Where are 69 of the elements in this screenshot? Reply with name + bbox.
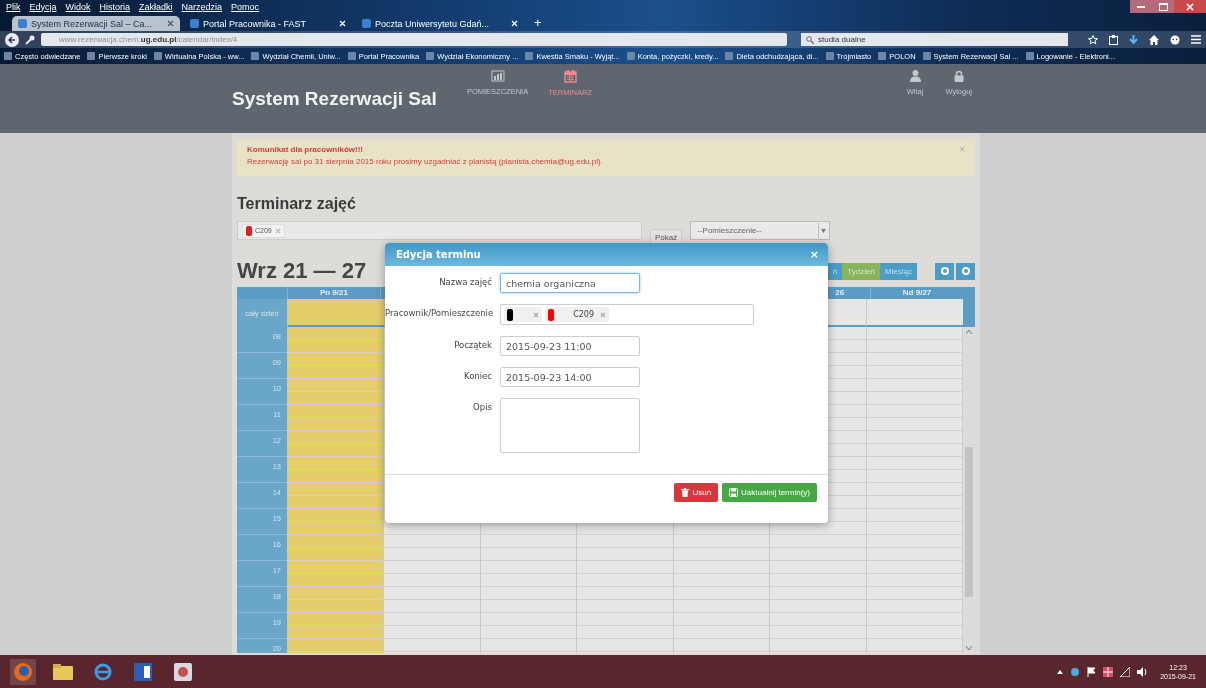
tag-label: C209 bbox=[572, 310, 594, 319]
text-field[interactable]: 2015-09-23 11:00 bbox=[500, 336, 640, 356]
description-field[interactable] bbox=[500, 398, 640, 453]
delete-button[interactable]: Usuń bbox=[674, 483, 719, 502]
day-header: Pn 9/21 bbox=[319, 288, 348, 297]
day-header: 26 bbox=[835, 288, 845, 297]
scroll-up-icon[interactable] bbox=[965, 330, 972, 334]
date-range-title: Wrz 21 — 27 bbox=[237, 258, 367, 284]
back-icon[interactable] bbox=[5, 32, 19, 47]
new-tab-button[interactable]: + bbox=[528, 15, 548, 31]
page-heading: Terminarz zajęć bbox=[237, 195, 357, 213]
circle-icon bbox=[961, 267, 970, 275]
clipboard-icon[interactable] bbox=[1109, 34, 1118, 45]
caret-icon bbox=[821, 228, 827, 233]
browser-tab[interactable]: Poczta Uniwersytetu Gdań... bbox=[356, 16, 524, 31]
caret-icon[interactable] bbox=[1057, 669, 1064, 674]
browser-tab[interactable]: Portal Pracownika - FAST bbox=[184, 16, 352, 31]
field-label: Opis bbox=[472, 401, 493, 412]
text-field[interactable]: chemia organiczna bbox=[500, 273, 640, 293]
menu-item[interactable]: Edycja bbox=[29, 1, 57, 12]
key-icon bbox=[25, 34, 35, 45]
network-icon[interactable] bbox=[1070, 666, 1081, 677]
circle-icon bbox=[940, 267, 949, 275]
menu-item[interactable]: Historia bbox=[99, 1, 131, 12]
menu-item[interactable]: Widok bbox=[65, 1, 91, 12]
chart-icon bbox=[490, 70, 505, 82]
notice-title: Komunikat dla pracowników!!! bbox=[247, 145, 363, 154]
calendar-icon bbox=[563, 70, 577, 83]
signal-icon[interactable] bbox=[1120, 666, 1131, 677]
home-icon[interactable] bbox=[1149, 34, 1159, 45]
menu-icon[interactable] bbox=[1191, 35, 1201, 44]
speaker-icon[interactable] bbox=[1137, 666, 1148, 677]
field-label: Koniec bbox=[463, 370, 493, 381]
browser-tab[interactable]: System Rezerwacji Sal – Ca... bbox=[12, 16, 180, 31]
flag-icon[interactable] bbox=[1087, 666, 1097, 677]
menu-item[interactable]: Plik bbox=[6, 1, 21, 12]
menu-item[interactable]: Pomoc bbox=[231, 1, 260, 12]
star-icon[interactable] bbox=[1088, 34, 1098, 45]
modal-title: Edycja terminu bbox=[396, 249, 482, 260]
globe-icon[interactable] bbox=[13, 661, 33, 682]
maximize-icon[interactable] bbox=[1152, 0, 1174, 13]
chat-icon[interactable] bbox=[1170, 34, 1180, 45]
menu-item[interactable]: Zakładki bbox=[139, 1, 173, 12]
minimize-icon[interactable] bbox=[1130, 0, 1152, 13]
text-field[interactable]: 2015-09-23 14:00 bbox=[500, 367, 640, 387]
field-label: Początek bbox=[453, 339, 493, 350]
document-icon[interactable] bbox=[134, 662, 152, 681]
app-title: System Rezerwacji Sal bbox=[232, 87, 437, 110]
notice-text: Rezerwację sal po 31 sierpnia 2015 roku prosimy uzgadniać z planistą (planista.chemia@ug.edu.pl). bbox=[247, 157, 603, 166]
field-label: Pracownik/Pomieszczenie bbox=[385, 307, 495, 318]
room-select[interactable]: --Pomieszczenie-- bbox=[690, 221, 831, 240]
browser-icon[interactable] bbox=[93, 661, 113, 682]
field-label: Nazwa zajęć bbox=[438, 276, 493, 287]
lock-icon bbox=[953, 70, 964, 82]
app-icon[interactable] bbox=[174, 662, 192, 681]
user-icon bbox=[909, 70, 921, 82]
next-button[interactable] bbox=[956, 262, 975, 280]
scroll-down-icon[interactable] bbox=[965, 646, 972, 650]
day-header: Nd 9/27 bbox=[902, 288, 932, 297]
folder-icon[interactable] bbox=[53, 663, 73, 680]
search-icon bbox=[806, 35, 814, 44]
grid-icon[interactable] bbox=[1103, 666, 1114, 677]
trash-icon bbox=[681, 488, 690, 497]
prev-button[interactable] bbox=[935, 262, 954, 280]
download-icon[interactable] bbox=[1129, 34, 1138, 45]
search-field[interactable]: studia dualne bbox=[801, 33, 1068, 46]
address-field[interactable]: www.rezerwacja.chem.ug.edu.pl/calendar/index/4 bbox=[41, 33, 787, 46]
save-icon bbox=[729, 488, 739, 497]
menu-item[interactable]: Narzędzia bbox=[181, 1, 223, 12]
